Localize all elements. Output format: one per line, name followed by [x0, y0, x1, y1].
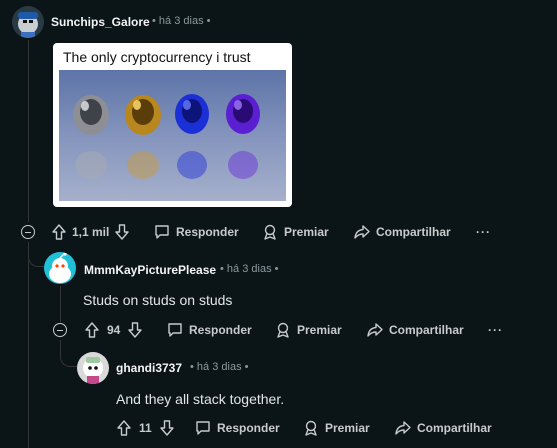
vote-controls: 11: [117, 418, 174, 438]
thread-line: [60, 340, 61, 352]
comment-text: Studs on studs on studs: [83, 292, 233, 308]
share-label: Compartilhar: [417, 421, 492, 435]
award-button[interactable]: Premiar: [262, 222, 329, 242]
share-icon: [395, 421, 411, 435]
share-icon: [354, 225, 370, 239]
vote-count: 11: [139, 421, 152, 435]
share-icon: [367, 323, 383, 337]
award-button[interactable]: Premiar: [303, 418, 370, 438]
vote-count: 1,1 mil: [72, 225, 110, 239]
comment-text: And they all stack together.: [116, 391, 285, 407]
share-button[interactable]: Compartilhar: [367, 320, 464, 340]
comment-image[interactable]: The only cryptocurrency i trust: [53, 43, 292, 207]
comment-username[interactable]: ghandi3737: [116, 361, 182, 375]
comment-meta: • há 3 dias •: [152, 15, 211, 27]
reply-label: Responder: [189, 323, 252, 337]
avatar[interactable]: [77, 352, 109, 384]
comment-username[interactable]: MmmKayPicturePlease: [84, 263, 216, 277]
reply-label: Responder: [217, 421, 280, 435]
upvote-icon[interactable]: [117, 420, 131, 436]
downvote-icon[interactable]: [115, 224, 130, 240]
comment-meta: • há 3 dias •: [220, 263, 279, 275]
image-caption: The only cryptocurrency i trust: [63, 49, 251, 65]
reply-button[interactable]: Responder: [154, 222, 239, 242]
thread-line: [28, 40, 29, 222]
reply-icon: [196, 421, 210, 435]
meta-separator: •: [274, 263, 279, 275]
award-button[interactable]: Premiar: [275, 320, 342, 340]
reply-label: Responder: [176, 225, 239, 239]
avatar[interactable]: [12, 6, 44, 38]
reply-icon: [168, 323, 182, 337]
vote-count: 94: [107, 323, 121, 337]
collapse-thread-button[interactable]: [53, 323, 67, 337]
thread-line: [28, 242, 29, 448]
award-label: Premiar: [325, 421, 370, 435]
collapse-thread-button[interactable]: [21, 225, 35, 239]
downvote-icon[interactable]: [159, 420, 174, 436]
upvote-icon[interactable]: [85, 322, 99, 338]
thread-connector: [60, 352, 77, 367]
share-button[interactable]: Compartilhar: [354, 222, 451, 242]
thread-connector: [28, 250, 45, 267]
meta-separator: •: [206, 15, 211, 27]
comment-timestamp[interactable]: há 3 dias: [197, 361, 242, 373]
vote-controls: 1,1 mil: [52, 222, 130, 242]
more-options-button[interactable]: ···: [488, 320, 503, 340]
comment-meta: • há 3 dias •: [190, 361, 249, 373]
award-icon: [264, 224, 276, 240]
thread-line: [60, 286, 61, 322]
upvote-icon[interactable]: [52, 224, 66, 240]
reply-button[interactable]: Responder: [167, 320, 252, 340]
image-photo: [59, 70, 286, 201]
award-label: Premiar: [284, 225, 329, 239]
share-button[interactable]: Compartilhar: [395, 418, 492, 438]
meta-separator: •: [152, 15, 156, 27]
share-label: Compartilhar: [376, 225, 451, 239]
reply-button[interactable]: Responder: [195, 418, 280, 438]
more-options-button[interactable]: ···: [476, 222, 491, 242]
share-label: Compartilhar: [389, 323, 464, 337]
meta-separator: •: [190, 361, 194, 373]
meta-separator: •: [220, 263, 224, 275]
vote-controls: 94: [85, 320, 143, 340]
comment-timestamp[interactable]: há 3 dias: [159, 15, 204, 27]
downvote-icon[interactable]: [128, 322, 143, 338]
award-label: Premiar: [297, 323, 342, 337]
comment-username[interactable]: Sunchips_Galore: [51, 15, 150, 29]
award-icon: [305, 420, 317, 436]
meta-separator: •: [244, 361, 249, 373]
reply-icon: [155, 225, 169, 239]
award-icon: [277, 322, 289, 338]
avatar[interactable]: [44, 252, 76, 284]
comment-timestamp[interactable]: há 3 dias: [227, 263, 272, 275]
